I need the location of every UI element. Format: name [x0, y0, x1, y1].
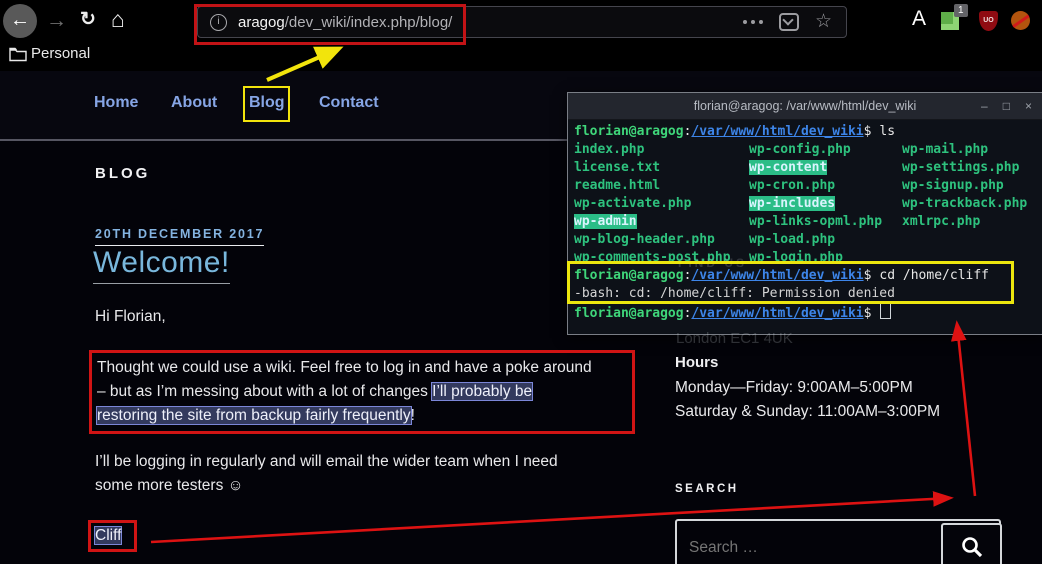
- terminal-window[interactable]: florian@aragog: /var/www/html/dev_wiki –…: [567, 92, 1042, 335]
- back-button[interactable]: ←: [3, 4, 37, 38]
- p1-line2-pre: – but as I’m messing about with a lot of…: [97, 383, 432, 400]
- bookmark-folder-icon: [9, 47, 27, 67]
- terminal-ls-row: wp-blog-header.phpwp-load.php: [574, 231, 1042, 249]
- hours-heading: Hours: [675, 354, 718, 371]
- url-text[interactable]: aragog/dev_wiki/index.php/blog/: [238, 14, 452, 31]
- terminal-line-prompt-idle: florian@aragog:/var/www/html/dev_wiki$: [574, 303, 1042, 321]
- terminal-body[interactable]: FIND US London EC1 4UK florian@aragog:/v…: [568, 120, 1042, 321]
- terminal-line-prompt-cd: florian@aragog:/var/www/html/dev_wiki$cd…: [574, 267, 1042, 285]
- signature: Cliff: [95, 524, 121, 548]
- url-bar[interactable]: i aragog/dev_wiki/index.php/blog/ ☆: [197, 6, 847, 38]
- bleedthrough-find-us: FIND US: [678, 256, 747, 270]
- site-info-icon[interactable]: i: [210, 14, 227, 31]
- extension-a-icon[interactable]: A: [912, 7, 926, 31]
- home-button[interactable]: ⌂: [111, 6, 125, 33]
- p1-line3-post: !: [411, 407, 415, 424]
- reload-button[interactable]: ↻: [80, 8, 96, 31]
- terminal-ls-row: license.txtwp-contentwp-settings.php: [574, 159, 1042, 177]
- url-path: /dev_wiki/index.php/blog/: [285, 14, 453, 31]
- terminal-ls-row: wp-comments-post.phpwp-login.php: [574, 249, 1042, 267]
- search-button[interactable]: [941, 523, 1002, 564]
- screen: ← → ↻ ⌂ i aragog/dev_wiki/index.php/blog…: [0, 0, 1042, 564]
- post-title-link[interactable]: Welcome!: [93, 246, 230, 284]
- browser-toolbar: ← → ↻ ⌂ i aragog/dev_wiki/index.php/blog…: [0, 0, 1042, 71]
- terminal-title: florian@aragog: /var/www/html/dev_wiki: [694, 99, 917, 113]
- paragraph-1: Thought we could use a wiki. Feel free t…: [97, 356, 642, 428]
- extension-blocker-icon[interactable]: [1011, 11, 1030, 30]
- hours-weekend: Saturday & Sunday: 11:00AM–3:00PM: [675, 400, 940, 424]
- section-heading: BLOG: [95, 165, 150, 182]
- forward-button[interactable]: →: [46, 9, 67, 33]
- paragraph-2: I’ll be logging in regularly and will em…: [95, 450, 640, 498]
- nav-about[interactable]: About: [171, 94, 217, 112]
- terminal-line-prompt-ls: florian@aragog:/var/www/html/dev_wiki$ls: [574, 123, 1042, 141]
- terminal-ls-row: readme.htmlwp-cron.phpwp-signup.php: [574, 177, 1042, 195]
- p2-line1: I’ll be logging in regularly and will em…: [95, 453, 558, 470]
- nav-blog[interactable]: Blog: [249, 94, 285, 112]
- page-actions-icon[interactable]: [743, 20, 763, 24]
- pocket-icon[interactable]: [779, 13, 799, 31]
- terminal-cursor: [880, 303, 891, 319]
- bookmark-star-icon[interactable]: ☆: [815, 14, 832, 30]
- magnifier-icon: [959, 534, 985, 560]
- hours-weekday: Monday—Friday: 9:00AM–5:00PM: [675, 376, 913, 400]
- terminal-line-error: -bash: cd: /home/cliff: Permission denie…: [574, 285, 1042, 303]
- url-host: aragog: [238, 14, 285, 31]
- window-minimize-icon[interactable]: –: [981, 93, 988, 119]
- nav-contact[interactable]: Contact: [319, 94, 379, 112]
- post-date-link[interactable]: 20TH DECEMBER 2017: [95, 227, 264, 246]
- search-heading: SEARCH: [675, 483, 739, 495]
- p2-line2: some more testers ☺: [95, 477, 243, 494]
- extension-badge: 1: [954, 4, 968, 17]
- ublock-origin-icon[interactable]: UO: [979, 11, 998, 31]
- terminal-ls-row: wp-activate.phpwp-includeswp-trackback.p…: [574, 195, 1042, 213]
- terminal-ls-row: index.phpwp-config.phpwp-mail.php: [574, 141, 1042, 159]
- greeting-text: Hi Florian,: [95, 305, 166, 329]
- p1-line3-selected: restoring the site from backup fairly fr…: [97, 407, 411, 424]
- bookmark-personal[interactable]: Personal: [31, 45, 90, 62]
- window-close-icon[interactable]: ×: [1025, 93, 1032, 119]
- bleedthrough-address: London EC1 4UK: [676, 330, 793, 347]
- p1-line2-selected: I’ll probably be: [432, 383, 532, 400]
- nav-home[interactable]: Home: [94, 94, 138, 112]
- terminal-ls-row: wp-adminwp-links-opml.phpxmlrpc.php: [574, 213, 1042, 231]
- window-maximize-icon[interactable]: □: [1003, 93, 1010, 119]
- p1-line1: Thought we could use a wiki. Feel free t…: [97, 359, 592, 376]
- search-input[interactable]: [677, 521, 941, 564]
- signature-selected: Cliff: [95, 527, 121, 544]
- terminal-titlebar[interactable]: florian@aragog: /var/www/html/dev_wiki –…: [568, 93, 1042, 120]
